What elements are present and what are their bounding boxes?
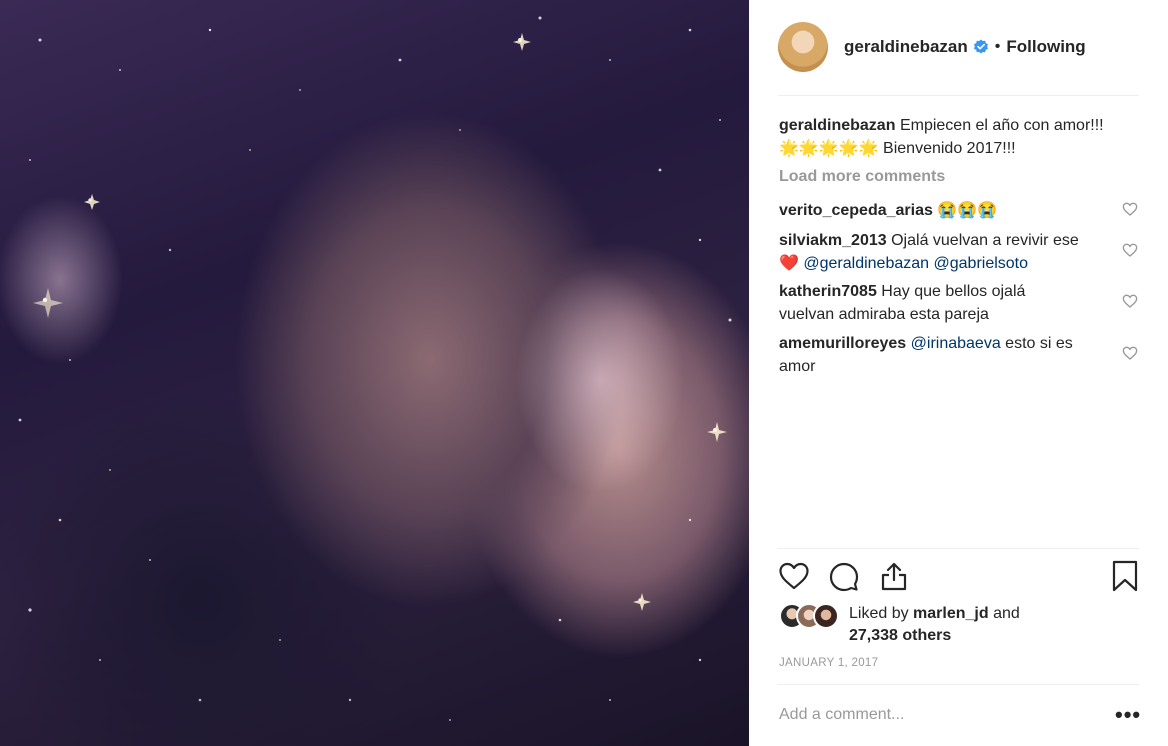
comment-item: silviakm_2013 Ojalá vuelvan a revivir es… <box>779 229 1109 275</box>
likes-others-count[interactable]: 27,338 others <box>849 627 951 644</box>
comment-username[interactable]: katherin7085 <box>779 283 877 300</box>
comment-mention[interactable]: @geraldinebazan <box>803 255 929 272</box>
comment-like-heart-icon[interactable] <box>1122 345 1138 361</box>
actions-divider <box>778 548 1139 549</box>
caption-text-line2: 🌟🌟🌟🌟🌟 Bienvenido 2017!!! <box>779 140 1016 157</box>
post-photo[interactable] <box>0 0 749 746</box>
liker-avatars <box>779 603 849 629</box>
author-avatar[interactable] <box>778 22 828 72</box>
add-comment-input[interactable]: Add a comment... <box>779 706 904 724</box>
heart-icon[interactable] <box>778 560 810 592</box>
bookmark-icon[interactable] <box>1111 560 1139 592</box>
comment-like-heart-icon[interactable] <box>1122 201 1138 217</box>
header-separator: • <box>994 38 1001 55</box>
liked-by-and: and <box>993 605 1020 622</box>
post-action-bar <box>778 560 1139 594</box>
caption-username[interactable]: geraldinebazan <box>779 117 895 134</box>
photo-sparkles <box>18 16 732 721</box>
verified-badge-icon <box>973 39 988 54</box>
liked-by-user[interactable]: marlen_jd <box>913 605 989 622</box>
following-button[interactable]: Following <box>1006 37 1085 57</box>
header-divider <box>778 95 1139 96</box>
comment-item: amemurilloreyes @irinabaeva esto si es a… <box>779 332 1109 378</box>
comment-mention[interactable]: @gabrielsoto <box>934 255 1029 272</box>
likes-summary: Liked by marlen_jd and 27,338 others <box>779 603 1020 647</box>
post-date[interactable]: JANUARY 1, 2017 <box>779 657 878 669</box>
comment-username[interactable]: amemurilloreyes <box>779 335 906 352</box>
comment-like-heart-icon[interactable] <box>1122 242 1138 258</box>
post-caption: geraldinebazan Empiecen el año con amor!… <box>779 114 1129 160</box>
comment-item: katherin7085 Hay que bellos ojalá vuelva… <box>779 280 1079 326</box>
caption-text-line1: Empiecen el año con amor!!! <box>899 117 1104 134</box>
post-header: geraldinebazan • Following <box>778 22 1086 72</box>
comment-username[interactable]: silviakm_2013 <box>779 232 887 249</box>
comment-item: verito_cepeda_arias 😭😭😭 <box>779 199 1109 222</box>
comment-box-divider <box>778 684 1139 685</box>
likes-text: Liked by marlen_jd and 27,338 others <box>849 603 1020 647</box>
comment-text: 😭😭😭 <box>937 202 998 219</box>
load-more-comments-button[interactable]: Load more comments <box>779 168 945 186</box>
author-username[interactable]: geraldinebazan <box>844 37 968 57</box>
comment-mention[interactable]: @irinabaeva <box>911 335 1001 352</box>
comment-icon[interactable] <box>828 560 860 592</box>
heart-emoji: ❤️ <box>779 255 799 272</box>
post-side-panel: geraldinebazan • Following geraldinebaza… <box>749 0 1168 746</box>
comment-text: Ojalá vuelvan a revivir ese <box>891 232 1079 249</box>
comment-like-heart-icon[interactable] <box>1122 293 1138 309</box>
liked-by-prefix: Liked by <box>849 605 909 622</box>
more-options-button[interactable]: ••• <box>1115 702 1141 728</box>
share-icon[interactable] <box>878 560 910 592</box>
comment-username[interactable]: verito_cepeda_arias <box>779 202 933 219</box>
liker-avatar[interactable] <box>813 603 839 629</box>
